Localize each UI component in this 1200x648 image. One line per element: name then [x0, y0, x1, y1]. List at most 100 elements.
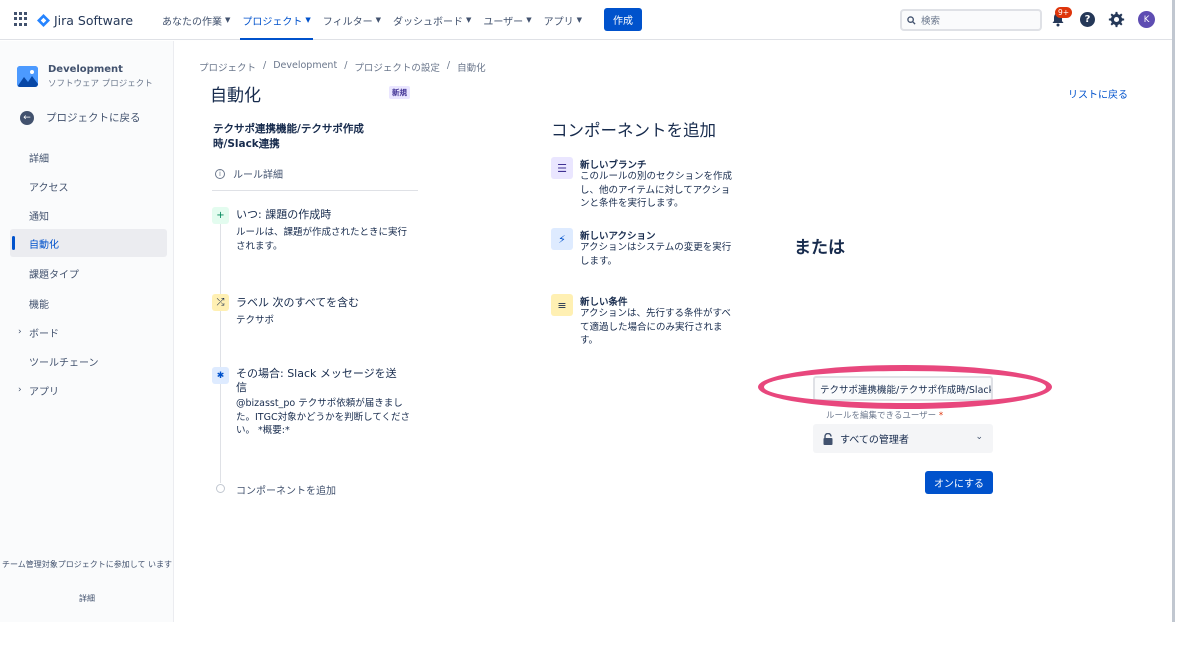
- jira-logo[interactable]: Jira Software: [37, 11, 133, 29]
- breadcrumb-separator: /: [344, 60, 348, 71]
- or-label: または: [794, 238, 845, 258]
- team-managed-note: チーム管理対象プロジェクトに参加して います: [1, 560, 173, 569]
- nav-dashboards[interactable]: ダッシュボード ▼: [387, 0, 477, 40]
- nav-label: アプリ: [543, 16, 574, 28]
- nav-projects[interactable]: プロジェクト ▼: [236, 0, 316, 40]
- sidebar-item-label: 詳細: [29, 153, 49, 165]
- project-name: Development: [48, 64, 123, 75]
- editor-select-value: すべての管理者: [840, 435, 909, 446]
- breadcrumb-separator: /: [446, 60, 451, 71]
- create-button[interactable]: 作成: [604, 8, 642, 31]
- page-title: 自動化: [210, 86, 261, 106]
- shuffle-icon: ⤮: [212, 294, 229, 311]
- top-navigation: Jira Software あなたの作業 ▼ プロジェクト ▼ フィルター ▼ ダッシ…: [0, 0, 1172, 40]
- divider: [212, 190, 418, 191]
- nav-label: フィルター: [322, 16, 373, 28]
- rule-details-link[interactable]: i ルール詳細: [215, 166, 283, 181]
- breadcrumb-item[interactable]: Development: [273, 60, 337, 74]
- info-icon: i: [215, 168, 225, 179]
- editor-select[interactable]: すべての管理者 ⌄: [813, 424, 993, 453]
- sidebar-item-label: 機能: [29, 299, 49, 311]
- sidebar-item-label: 通知: [29, 211, 49, 223]
- chevron-down-icon: ▼: [225, 16, 231, 24]
- nav-your-work[interactable]: あなたの作業 ▼: [156, 0, 236, 40]
- sidebar-item-features[interactable]: 機能: [10, 289, 167, 317]
- branch-icon: ☰: [551, 157, 573, 179]
- lock-icon: [823, 432, 833, 445]
- new-action-desc: アクションはシステムの変更を実行します。: [580, 242, 732, 267]
- chevron-down-icon: ▼: [465, 16, 472, 24]
- sidebar-item-access[interactable]: アクセス: [10, 172, 167, 200]
- sidebar-item-board[interactable]: › ボード: [10, 318, 167, 346]
- sidebar: Development ソフトウェア プロジェクト ← プロジェクトに戻る 詳細…: [0, 41, 174, 622]
- nav-label: プロジェクト: [242, 16, 303, 28]
- back-to-project-link[interactable]: ← プロジェクトに戻る: [20, 110, 141, 125]
- add-component-link[interactable]: コンポーネントを追加: [236, 482, 336, 497]
- app-name: Jira Software: [54, 12, 134, 28]
- nav-filters[interactable]: フィルター ▼: [317, 0, 387, 40]
- search-input[interactable]: 検索: [900, 9, 1042, 31]
- sidebar-item-notifications[interactable]: 通知: [10, 201, 167, 229]
- arrow-left-icon: ←: [20, 110, 34, 125]
- action-step-desc: @bizasst_po テクサポ依頼が届きました。ITGC対象かどうかを判断して…: [236, 398, 411, 436]
- app-switcher-icon[interactable]: [14, 12, 28, 26]
- chevron-down-icon: ▼: [526, 16, 532, 24]
- sidebar-item-label: アプリ: [29, 386, 59, 398]
- breadcrumb-item[interactable]: プロジェクトの設定: [354, 60, 440, 74]
- sidebar-item-apps[interactable]: › アプリ: [10, 376, 167, 404]
- search-placeholder: 検索: [921, 16, 941, 27]
- breadcrumb-item[interactable]: プロジェクト: [199, 60, 256, 74]
- scrollbar[interactable]: [1172, 0, 1175, 622]
- filter-icon: ≡: [551, 294, 573, 316]
- help-icon[interactable]: ?: [1080, 12, 1095, 27]
- jira-diamond-icon: [37, 13, 50, 27]
- new-badge: 新規: [389, 86, 410, 99]
- sidebar-item-label: ツールチェーン: [29, 357, 99, 369]
- new-branch-desc: このルールの別のセクションを作成し、他のアイテムに対してアクションと条件を実行し…: [580, 171, 733, 209]
- chevron-down-icon: ▼: [576, 16, 582, 24]
- sidebar-item-issue-types[interactable]: 課題タイプ: [10, 259, 167, 287]
- gear-icon[interactable]: [1108, 11, 1125, 28]
- sidebar-item-label: 課題タイプ: [29, 269, 79, 281]
- sidebar-item-label: 自動化: [29, 239, 59, 251]
- nav-apps[interactable]: アプリ ▼: [538, 0, 588, 40]
- back-to-list-link[interactable]: リストに戻る: [1068, 86, 1128, 101]
- action-step-title[interactable]: その場合: Slack メッセージを送信: [236, 367, 401, 395]
- learn-more-link[interactable]: 詳細: [0, 593, 174, 604]
- chevron-right-icon: ›: [18, 327, 22, 337]
- sidebar-item-automation[interactable]: 自動化: [10, 229, 167, 257]
- nav-label: あなたの作業: [162, 16, 222, 28]
- chevron-right-icon: ›: [18, 385, 22, 395]
- back-label: プロジェクトに戻る: [46, 112, 141, 124]
- add-component-title: コンポーネントを追加: [551, 121, 716, 140]
- editor-field-label: ルールを編集できるユーザー *: [826, 409, 943, 421]
- new-condition-title[interactable]: 新しい条件: [580, 294, 628, 308]
- breadcrumb: プロジェクト / Development / プロジェクトの設定 / 自動化: [199, 60, 486, 74]
- trigger-step-desc: ルールは、課題が作成されたときに実行されます。: [236, 227, 408, 252]
- avatar[interactable]: K: [1138, 11, 1155, 28]
- condition-step-desc: テクサポ: [236, 315, 275, 326]
- main-nav: あなたの作業 ▼ プロジェクト ▼ フィルター ▼ ダッシュボード ▼ ユーザー ▼ アプ…: [156, 0, 588, 40]
- new-action-title[interactable]: 新しいアクション: [580, 228, 656, 242]
- plus-icon: +: [212, 207, 229, 224]
- project-type: ソフトウェア プロジェクト: [48, 79, 153, 89]
- annotation-highlight-ellipse: [758, 365, 1052, 409]
- required-marker: *: [938, 411, 944, 421]
- new-branch-title[interactable]: 新しいブランチ: [580, 157, 647, 171]
- nav-users[interactable]: ユーザー ▼: [477, 0, 537, 40]
- sidebar-item-details[interactable]: 詳細: [10, 143, 167, 171]
- rule-timeline-line: [220, 215, 221, 483]
- breadcrumb-item[interactable]: 自動化: [457, 60, 486, 74]
- sidebar-item-toolchain[interactable]: ツールチェーン: [10, 347, 167, 375]
- new-condition-desc: アクションは、先行する条件がすべて適過した場合にのみ実行されます。: [580, 308, 731, 346]
- breadcrumb-separator: /: [263, 60, 267, 71]
- sidebar-item-label: ボード: [29, 328, 59, 340]
- editor-label-text: ルールを編集できるユーザー: [826, 411, 937, 421]
- notification-badge: 9+: [1055, 7, 1073, 18]
- trigger-step-title[interactable]: いつ: 課題の作成時: [236, 208, 331, 222]
- turn-on-button[interactable]: オンにする: [925, 471, 993, 494]
- nav-label: ユーザー: [483, 16, 524, 28]
- sidebar-item-label: アクセス: [29, 182, 69, 194]
- condition-step-title[interactable]: ラベル 次のすべてを含む: [236, 296, 359, 310]
- project-avatar-icon: [17, 66, 38, 87]
